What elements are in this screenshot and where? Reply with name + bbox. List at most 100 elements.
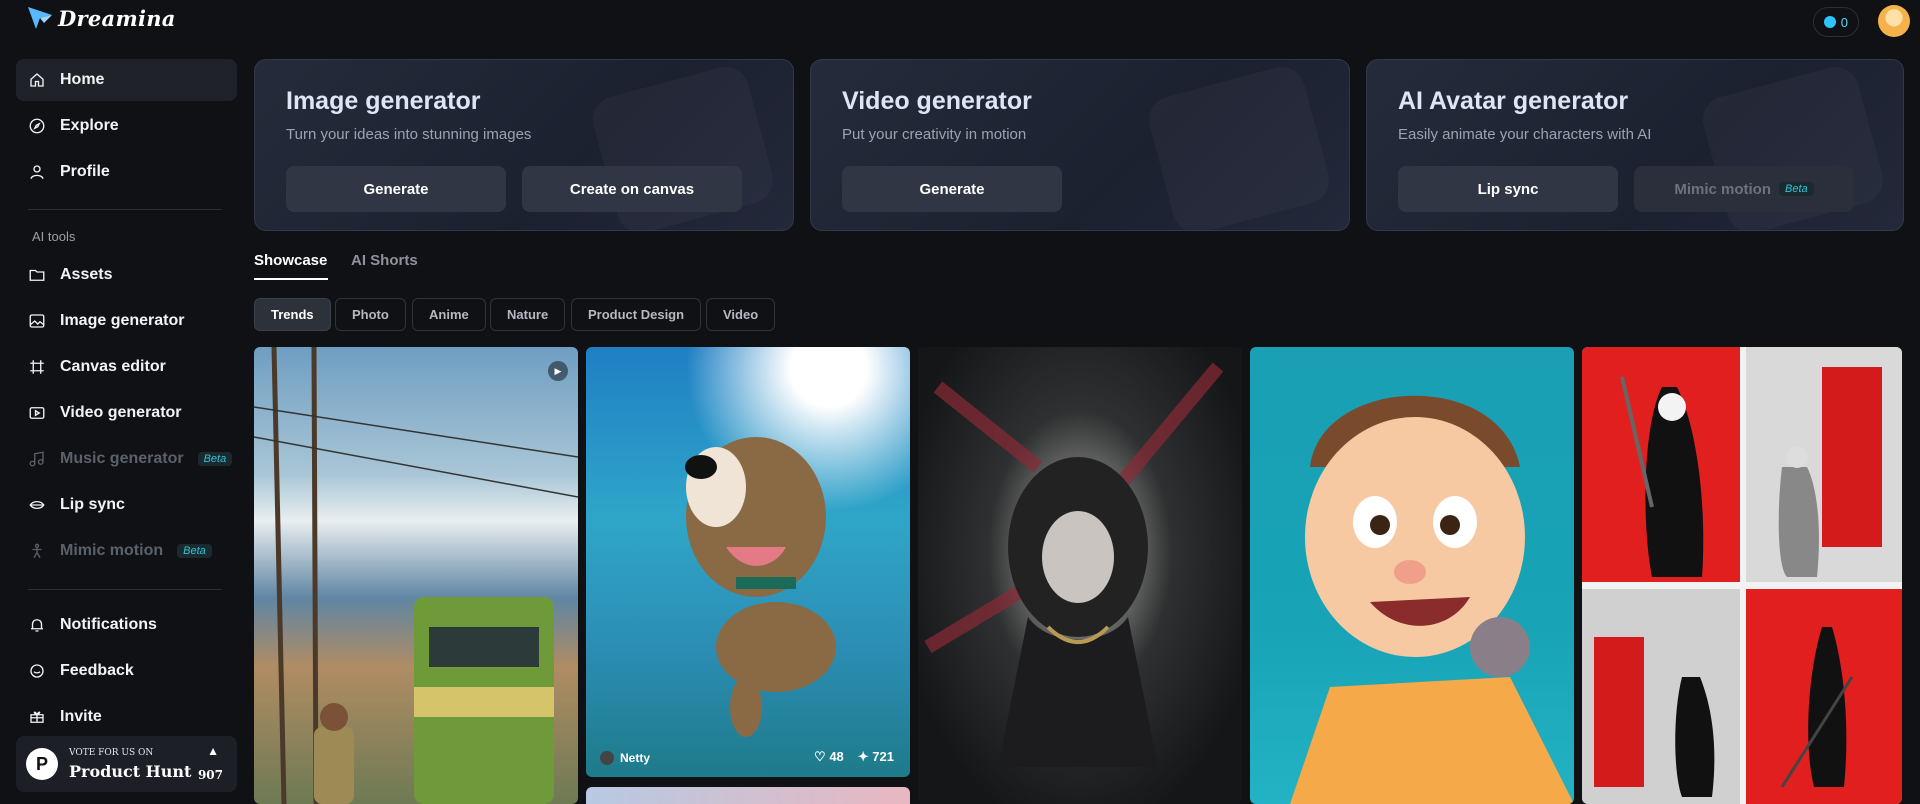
card-title: Image generator xyxy=(286,87,481,115)
mimic-motion-button[interactable]: Mimic motion Beta xyxy=(1634,166,1854,212)
image-icon xyxy=(28,312,46,330)
likes-stat[interactable]: ♡ 48 xyxy=(814,749,844,765)
video-generator-card[interactable]: Video generator Put your creativity in m… xyxy=(810,59,1350,231)
author-avatar xyxy=(600,751,614,765)
gallery-item-train[interactable]: ▶ xyxy=(254,347,578,804)
product-hunt-logo: P xyxy=(26,748,58,780)
invite-icon xyxy=(28,708,46,726)
gallery-item-cartoon-boy[interactable] xyxy=(1250,347,1574,804)
product-hunt-tagline: VOTE FOR US ON xyxy=(69,748,154,758)
chip-photo[interactable]: Photo xyxy=(335,298,406,331)
card-subtitle: Turn your ideas into stunning images xyxy=(286,126,532,143)
sidebar-item-explore[interactable]: Explore xyxy=(16,105,237,147)
gallery-item-dog[interactable]: Netty ♡ 48 ✦ 721 xyxy=(586,347,910,777)
sidebar-item-label: Assets xyxy=(60,266,113,283)
sidebar-item-video-generator[interactable]: Video generator xyxy=(16,392,237,434)
music-icon xyxy=(28,450,46,468)
user-icon xyxy=(28,163,46,181)
sidebar-item-feedback[interactable]: Feedback xyxy=(16,650,237,692)
beta-badge: Beta xyxy=(177,544,212,558)
active-tab-indicator xyxy=(254,278,328,280)
sidebar-item-label: Canvas editor xyxy=(60,358,166,375)
sidebar-item-music-generator[interactable]: Music generator Beta xyxy=(16,438,237,480)
sidebar: Home Explore Profile AI tools Assets Ima… xyxy=(0,44,246,804)
motion-icon xyxy=(28,542,46,560)
sidebar-item-label: Lip sync xyxy=(60,496,125,513)
sidebar-item-label: Invite xyxy=(60,708,102,725)
gallery-item-next[interactable] xyxy=(586,787,910,804)
likes-count: 48 xyxy=(829,749,844,764)
tab-showcase[interactable]: Showcase xyxy=(254,252,327,269)
sidebar-item-notifications[interactable]: Notifications xyxy=(16,604,237,646)
author-name: Netty xyxy=(620,751,651,765)
sidebar-item-label: Feedback xyxy=(60,662,134,679)
sidebar-item-label: Video generator xyxy=(60,404,182,421)
sparkle-icon: ✦ xyxy=(857,749,873,764)
sidebar-item-invite[interactable]: Invite xyxy=(16,696,237,738)
card-decoration xyxy=(1144,62,1335,230)
sidebar-item-image-generator[interactable]: Image generator xyxy=(16,300,237,342)
chip-product-design[interactable]: Product Design xyxy=(571,298,702,331)
sidebar-item-label: Home xyxy=(60,71,105,88)
train-artwork xyxy=(254,347,578,804)
app-name: Dreamina xyxy=(58,5,176,31)
beta-badge: Beta xyxy=(1779,182,1814,196)
remix-stat[interactable]: ✦ 721 xyxy=(858,749,894,765)
chip-video[interactable]: Video xyxy=(706,298,776,331)
heart-icon: ♡ xyxy=(814,749,830,764)
beta-badge: Beta xyxy=(197,452,233,466)
chat-icon xyxy=(28,662,46,680)
divider xyxy=(28,209,222,210)
tab-ai-shorts[interactable]: AI Shorts xyxy=(351,252,418,269)
home-icon xyxy=(28,71,46,89)
card-title: Video generator xyxy=(842,87,1032,115)
sidebar-item-canvas-editor[interactable]: Canvas editor xyxy=(16,346,237,388)
chip-nature[interactable]: Nature xyxy=(490,298,566,331)
sidebar-item-label: Music generator xyxy=(60,450,184,467)
card-title: AI Avatar generator xyxy=(1398,87,1629,115)
dog-artwork xyxy=(685,437,836,737)
credit-icon xyxy=(1823,16,1836,28)
sidebar-item-mimic-motion[interactable]: Mimic motion Beta xyxy=(16,530,237,572)
dreamina-logo[interactable]: Dreamina xyxy=(26,5,176,31)
portrait-artwork xyxy=(924,362,1224,767)
user-avatar[interactable] xyxy=(1878,5,1910,37)
remix-count: 721 xyxy=(872,749,894,764)
create-on-canvas-button[interactable]: Create on canvas xyxy=(522,166,742,212)
divider xyxy=(28,589,222,590)
image-generator-card[interactable]: Image generator Turn your ideas into stu… xyxy=(254,59,794,231)
compass-icon xyxy=(28,117,46,135)
video-badge-icon: ▶ xyxy=(548,361,568,381)
top-bar: Dreamina 0 xyxy=(0,0,1920,44)
upvote-count: 907 xyxy=(197,768,223,782)
bell-icon xyxy=(28,616,46,634)
sidebar-item-home[interactable]: Home xyxy=(16,59,237,101)
lip-sync-button[interactable]: Lip sync xyxy=(1398,166,1618,212)
sidebar-item-assets[interactable]: Assets xyxy=(16,254,237,296)
gallery-item-dark-portrait[interactable] xyxy=(918,347,1242,804)
sidebar-item-lip-sync[interactable]: Lip sync xyxy=(16,484,237,526)
tile-author: Netty xyxy=(600,751,650,765)
section-label: AI tools xyxy=(32,229,76,244)
lips-icon xyxy=(28,496,46,514)
gallery-item-comic[interactable] xyxy=(1582,347,1902,804)
product-hunt-name: Product Hunt xyxy=(69,762,192,781)
video-icon xyxy=(28,404,46,422)
sidebar-item-label: Mimic motion xyxy=(60,542,164,559)
sidebar-item-label: Profile xyxy=(60,163,110,180)
sidebar-item-label: Notifications xyxy=(60,616,157,633)
generate-video-button[interactable]: Generate xyxy=(842,166,1062,212)
sidebar-item-profile[interactable]: Profile xyxy=(16,151,237,193)
button-label: Mimic motion xyxy=(1674,180,1772,198)
sidebar-item-label: Image generator xyxy=(60,312,185,329)
logo-icon xyxy=(28,7,52,29)
credits-count: 0 xyxy=(1840,14,1848,30)
canvas-icon xyxy=(28,358,46,376)
chip-trends[interactable]: Trends xyxy=(254,298,331,331)
cartoon-artwork xyxy=(1290,395,1574,804)
avatar-generator-card[interactable]: AI Avatar generator Easily animate your … xyxy=(1366,59,1904,231)
generate-image-button[interactable]: Generate xyxy=(286,166,506,212)
chip-anime[interactable]: Anime xyxy=(412,298,486,331)
product-hunt-banner[interactable]: P VOTE FOR US ON Product Hunt ▲ 907 xyxy=(16,736,237,792)
credits-badge[interactable]: 0 xyxy=(1812,7,1859,37)
